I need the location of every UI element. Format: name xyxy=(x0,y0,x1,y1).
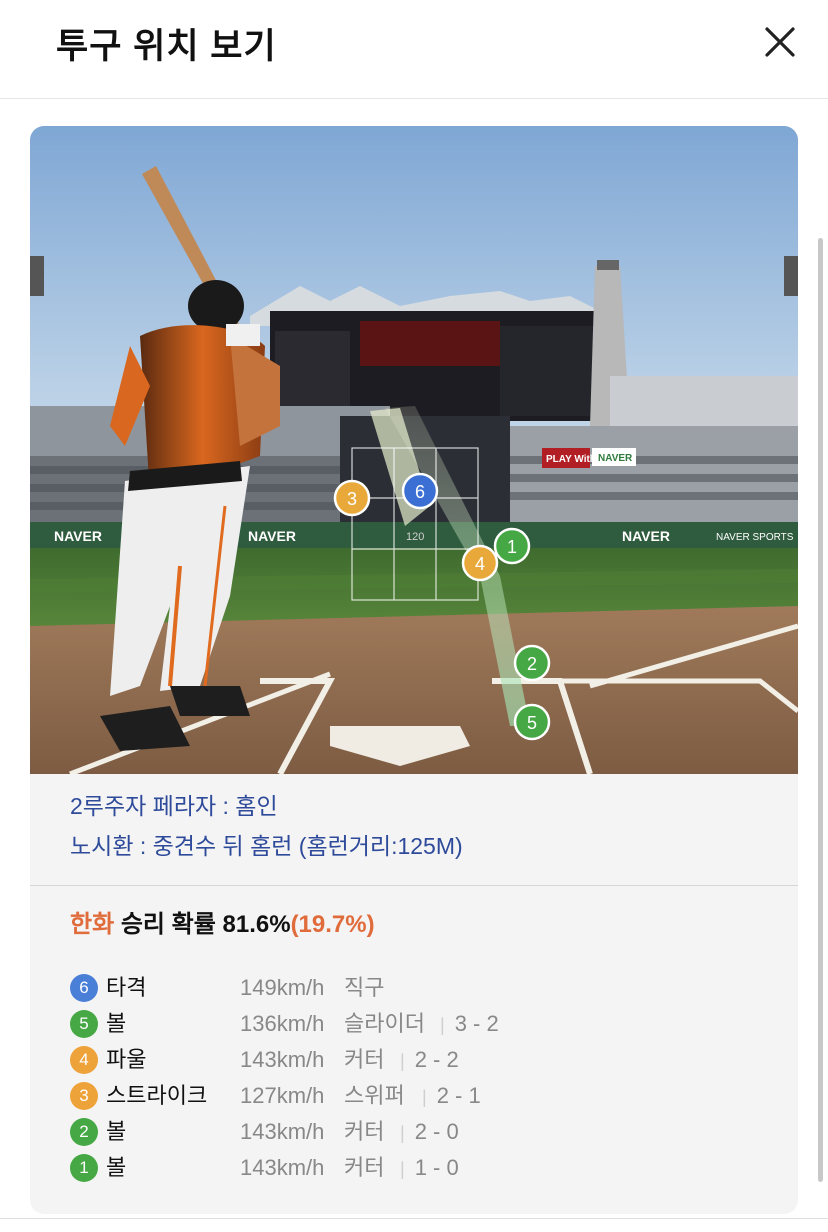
pitch-result: 볼 xyxy=(106,1011,127,1036)
pitch-number-badge: 4 xyxy=(70,1046,98,1074)
count-separator: | xyxy=(400,1159,405,1179)
pitch-result: 타격 xyxy=(106,975,147,1000)
event-log: 2루주자 페라자 : 홈인 노시환 : 중견수 뒤 홈런 (홈런거리:125M) xyxy=(70,790,463,870)
list-item[interactable]: 6 타격 149km/h 직구 xyxy=(70,972,770,1008)
ad-naver-right: NAVER xyxy=(622,528,670,544)
pitch-marker-6[interactable]: 6 xyxy=(401,472,439,510)
pitch-count-wrap: | 3 - 2 xyxy=(440,1008,499,1041)
page-title: 투구 위치 보기 xyxy=(56,27,277,66)
pitch-type: 슬라이더 xyxy=(344,1011,425,1036)
pitch-type: 커터 xyxy=(344,1155,385,1180)
win-prob-delta: (19.7%) xyxy=(290,911,375,938)
svg-text:5: 5 xyxy=(527,713,537,733)
pitch-result: 볼 xyxy=(106,1119,127,1144)
pitch-result: 스트라이크 xyxy=(106,1083,208,1108)
pitch-marker-4[interactable]: 4 xyxy=(461,544,499,582)
pitch-list: 6 타격 149km/h 직구 5 볼 136km/h 슬라이더 | 3 - 2 … xyxy=(70,972,770,1188)
pitch-type: 직구 xyxy=(344,975,385,1000)
pitch-count-wrap: | 2 - 2 xyxy=(400,1044,459,1077)
scrollbar[interactable] xyxy=(818,238,823,1182)
win-prob-value: 81.6% xyxy=(222,911,291,938)
pitch-marker-2[interactable]: 2 xyxy=(513,644,551,682)
pitch-count: 2 - 1 xyxy=(436,1083,481,1108)
pitch-count-wrap: | 2 - 0 xyxy=(400,1116,459,1149)
ad-naver-left: NAVER xyxy=(54,528,102,544)
ad-naver-sports: NAVER SPORTS xyxy=(716,532,794,543)
pitch-number-badge: 6 xyxy=(70,974,98,1002)
close-icon xyxy=(765,27,795,57)
ad-naver-top: NAVER xyxy=(598,453,633,464)
list-item[interactable]: 2 볼 143km/h 커터 | 2 - 0 xyxy=(70,1116,770,1152)
pitch-speed: 143km/h xyxy=(240,1155,325,1180)
pitch-count-wrap: | 2 - 1 xyxy=(422,1080,481,1113)
pitch-count: 3 - 2 xyxy=(454,1011,499,1036)
team-name: 한화 xyxy=(70,911,115,938)
pitch-card: NAVER NAVER NAVER NAVER SPORTS 120 PLAY … xyxy=(30,126,798,1214)
pitch-number-badge: 1 xyxy=(70,1154,98,1182)
svg-text:1: 1 xyxy=(507,537,517,557)
svg-text:6: 6 xyxy=(415,482,425,502)
pitch-count: 2 - 0 xyxy=(414,1119,459,1144)
win-prob-label: 승리 확률 xyxy=(114,911,223,938)
pitch-number-badge: 5 xyxy=(70,1010,98,1038)
ad-play-with: PLAY With xyxy=(546,454,596,465)
ad-naver-center: NAVER xyxy=(248,528,296,544)
event-line: 2루주자 페라자 : 홈인 xyxy=(70,793,278,819)
svg-text:4: 4 xyxy=(475,554,485,574)
pitch-count: 2 - 2 xyxy=(414,1047,459,1072)
close-button[interactable] xyxy=(756,18,804,66)
count-separator: | xyxy=(422,1087,427,1107)
list-item[interactable]: 5 볼 136km/h 슬라이더 | 3 - 2 xyxy=(70,1008,770,1044)
divider xyxy=(30,885,798,886)
win-probability: 한화 승리 확률 81.6%(19.7%) xyxy=(70,904,375,939)
pitch-number-badge: 2 xyxy=(70,1118,98,1146)
bottom-divider xyxy=(0,1218,828,1219)
count-separator: | xyxy=(440,1015,445,1035)
pitch-speed: 143km/h xyxy=(240,1047,325,1072)
pitch-speed: 136km/h xyxy=(240,1011,325,1036)
pitch-speed: 127km/h xyxy=(240,1083,325,1108)
pitch-marker-3[interactable]: 3 xyxy=(333,479,371,517)
pitch-number-badge: 3 xyxy=(70,1082,98,1110)
pitch-count: 1 - 0 xyxy=(414,1155,459,1180)
pitch-marker-5[interactable]: 5 xyxy=(513,703,551,741)
svg-text:3: 3 xyxy=(347,489,357,509)
pitch-type: 커터 xyxy=(344,1047,385,1072)
pitch-result: 볼 xyxy=(106,1155,127,1180)
pitch-marker-1[interactable]: 1 xyxy=(493,527,531,565)
pitch-count-wrap: | 1 - 0 xyxy=(400,1152,459,1185)
pitch-location-image: NAVER NAVER NAVER NAVER SPORTS 120 PLAY … xyxy=(30,126,798,774)
list-item[interactable]: 1 볼 143km/h 커터 | 1 - 0 xyxy=(70,1152,770,1188)
count-separator: | xyxy=(400,1123,405,1143)
modal-header: 투구 위치 보기 xyxy=(0,0,828,99)
svg-text:2: 2 xyxy=(527,654,537,674)
pitch-type: 스위퍼 xyxy=(344,1083,405,1108)
count-separator: | xyxy=(400,1051,405,1071)
event-line: 노시환 : 중견수 뒤 홈런 (홈런거리:125M) xyxy=(70,833,463,859)
pitch-result: 파울 xyxy=(106,1047,147,1072)
pitch-speed: 143km/h xyxy=(240,1119,325,1144)
list-item[interactable]: 3 스트라이크 127km/h 스위퍼 | 2 - 1 xyxy=(70,1080,770,1116)
list-item[interactable]: 4 파울 143km/h 커터 | 2 - 2 xyxy=(70,1044,770,1080)
speed-display: 120 xyxy=(406,531,424,543)
pitch-type: 커터 xyxy=(344,1119,385,1144)
pitch-speed: 149km/h xyxy=(240,975,325,1000)
